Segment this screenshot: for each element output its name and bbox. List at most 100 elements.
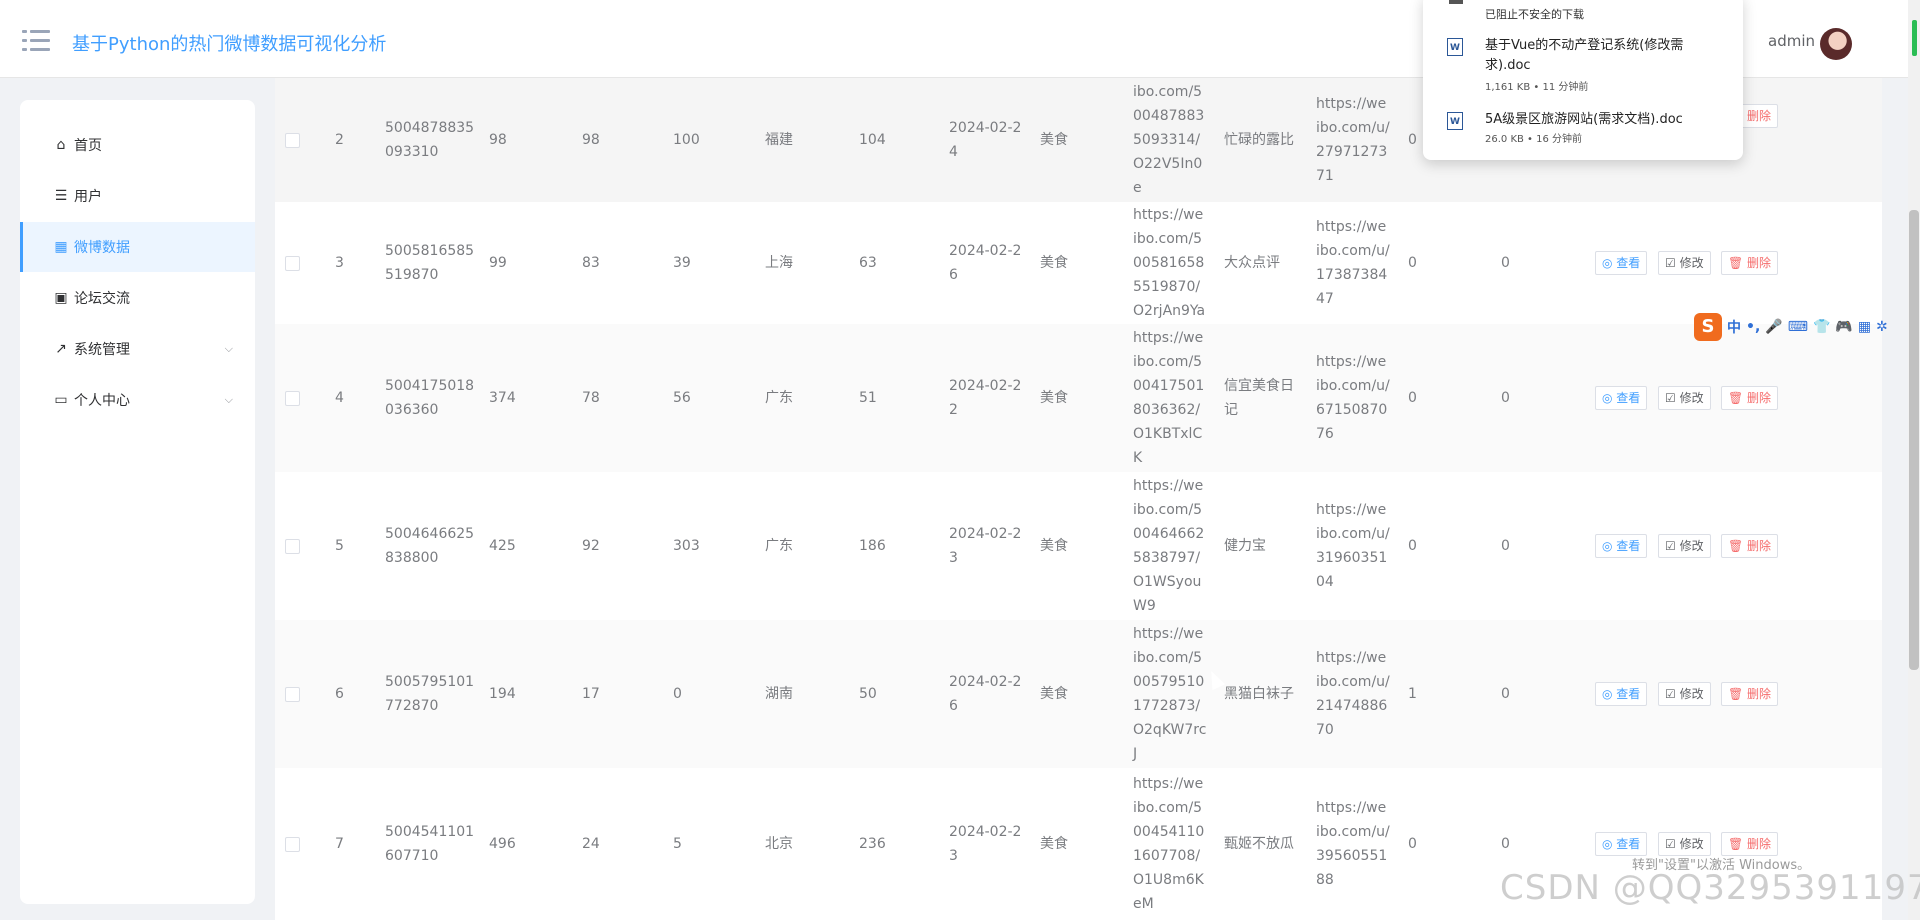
sidebar-item-home[interactable]: ⌂ 首页 (20, 120, 255, 170)
cell-f: 0 (1501, 390, 1510, 406)
scrollbar-thumb[interactable] (1909, 210, 1919, 670)
cell-b: 24 (582, 836, 600, 852)
cell-b: 83 (582, 255, 600, 271)
cell-f: 0 (1501, 836, 1510, 852)
cell-idx: 2 (335, 132, 344, 148)
cell-id: 5004175018036360 (385, 378, 475, 418)
ime-toolbar: S 中 •, 🎤 ⌨ 👕 🎮 ▦ ✲ (1694, 312, 1916, 342)
cell-home[interactable]: https://weibo.com/u/2147488670 (1316, 646, 1390, 742)
cell-id: 5004541101607710 (385, 824, 475, 864)
delete-button[interactable]: 🗑 删除 (1721, 386, 1779, 410)
microphone-icon[interactable]: 🎤 (1765, 319, 1782, 335)
view-button[interactable]: ◎ 查看 (1595, 386, 1648, 410)
download-file-meta: 1,161 KB • 11 分钟前 (1485, 82, 1589, 93)
cell-c: 39 (673, 255, 691, 271)
row-checkbox[interactable] (285, 687, 300, 702)
cell-f: 0 (1501, 255, 1510, 271)
edit-button[interactable]: ☑ 修改 (1658, 386, 1711, 410)
cell-c: 5 (673, 836, 682, 852)
toolbox-icon[interactable]: ▦ (1858, 319, 1871, 335)
menu-toggle-icon[interactable] (22, 30, 50, 52)
cell-idx: 6 (335, 686, 344, 702)
cell-idx: 4 (335, 390, 344, 406)
sidebar-item-weibo-data[interactable]: ▦ 微博数据 (20, 222, 255, 272)
cell-a: 374 (489, 390, 516, 406)
cell-url[interactable]: https://weibo.com/5005816585519870/O2rjA… (1133, 203, 1207, 323)
cell-id: 5004646625838800 (385, 526, 475, 566)
cell-type: 美食 (1040, 132, 1068, 148)
cell-e: 0 (1408, 836, 1417, 852)
cell-region: 广东 (765, 390, 793, 406)
view-button[interactable]: ◎ 查看 (1595, 682, 1648, 706)
ime-logo[interactable]: S (1694, 313, 1722, 341)
sidebar-item-label: 个人中心 (74, 393, 130, 409)
download-file-name[interactable]: 基于Vue的不动产登记系统(修改需求).doc (1485, 36, 1715, 76)
word-doc-icon: W (1447, 112, 1463, 130)
sidebar-item-forum[interactable]: ▣ 论坛交流 (20, 273, 255, 323)
cell-home[interactable]: https://weibo.com/u/2797127371 (1316, 92, 1390, 188)
cell-author: 忙碌的露比 (1224, 132, 1294, 148)
card-icon: ▭ (54, 392, 68, 408)
cell-b: 17 (582, 686, 600, 702)
cell-url[interactable]: https://weibo.com/5004541101607708/O1U8m… (1133, 772, 1207, 916)
cell-id: 5005795101772870 (385, 674, 475, 714)
view-button[interactable]: ◎ 查看 (1595, 251, 1648, 275)
sidebar-item-system[interactable]: ↗ 系统管理 ⌵ (20, 324, 255, 374)
delete-button[interactable]: 🗑 删除 (1721, 251, 1779, 275)
file-icon (1449, 0, 1463, 4)
gamepad-icon[interactable]: 🎮 (1835, 319, 1852, 335)
cell-d: 186 (859, 538, 886, 554)
cell-date: 2024-02-23 (949, 526, 1022, 566)
edit-button[interactable]: ☑ 修改 (1658, 832, 1711, 856)
avatar[interactable] (1820, 28, 1852, 60)
cell-url[interactable]: ibo.com/5004878835093314/O22V5In0e (1133, 80, 1207, 200)
cell-home[interactable]: https://weibo.com/u/3196035104 (1316, 498, 1390, 594)
cell-url[interactable]: https://weibo.com/5004175018036362/O1KBT… (1133, 326, 1207, 470)
cell-idx: 7 (335, 836, 344, 852)
user-name[interactable]: admin (1768, 32, 1815, 50)
cell-region: 湖南 (765, 686, 793, 702)
cell-url[interactable]: https://weibo.com/5004646625838797/O1WSy… (1133, 474, 1207, 618)
download-blocked-text: 已阻止不安全的下载 (1485, 8, 1584, 21)
cell-type: 美食 (1040, 390, 1068, 406)
edit-button[interactable]: ☑ 修改 (1658, 682, 1711, 706)
table-row: 4 5004175018036360 374 78 56 广东 51 2024-02-22 美食… (275, 324, 1882, 472)
cell-idx: 3 (335, 255, 344, 271)
cell-idx: 5 (335, 538, 344, 554)
chevron-down-icon: ⌵ (224, 342, 233, 355)
view-button[interactable]: ◎ 查看 (1595, 832, 1648, 856)
cell-home[interactable]: https://weibo.com/u/3956055188 (1316, 796, 1390, 892)
settings-icon[interactable]: ✲ (1876, 319, 1888, 335)
cell-d: 104 (859, 132, 886, 148)
download-file-name[interactable]: 5A级景区旅游网站(需求文档).doc (1485, 110, 1715, 130)
skin-icon[interactable]: 👕 (1813, 319, 1830, 335)
cell-a: 99 (489, 255, 507, 271)
sidebar-item-users[interactable]: ☰ 用户 (20, 171, 255, 221)
sidebar-item-profile[interactable]: ▭ 个人中心 ⌵ (20, 375, 255, 425)
table-row: 5 5004646625838800 425 92 303 广东 186 2024-02-23… (275, 472, 1882, 620)
cell-url[interactable]: https://weibo.com/5005795101772873/O2qKW… (1133, 622, 1207, 766)
ime-mode[interactable]: 中 (1727, 317, 1741, 337)
delete-button[interactable]: 🗑 删除 (1721, 832, 1779, 856)
cell-id: 5004878835093310 (385, 120, 475, 160)
row-checkbox[interactable] (285, 539, 300, 554)
edit-button[interactable]: ☑ 修改 (1658, 534, 1711, 558)
delete-button[interactable]: 🗑 删除 (1721, 682, 1779, 706)
row-checkbox[interactable] (285, 256, 300, 271)
chevron-down-icon: ⌵ (224, 393, 233, 406)
cell-date: 2024-02-26 (949, 243, 1022, 283)
keyboard-icon[interactable]: ⌨ (1788, 319, 1808, 335)
cell-e: 1 (1408, 686, 1417, 702)
cell-home[interactable]: https://weibo.com/u/1738738447 (1316, 215, 1390, 311)
delete-button[interactable]: 🗑 删除 (1721, 534, 1779, 558)
cell-e: 0 (1408, 255, 1417, 271)
cell-region: 上海 (765, 255, 793, 271)
edit-button[interactable]: ☑ 修改 (1658, 251, 1711, 275)
row-checkbox[interactable] (285, 837, 300, 852)
row-checkbox[interactable] (285, 133, 300, 148)
cell-d: 63 (859, 255, 877, 271)
cell-home[interactable]: https://weibo.com/u/6715087076 (1316, 350, 1390, 446)
ime-punct-icon[interactable]: •, (1746, 319, 1760, 335)
view-button[interactable]: ◎ 查看 (1595, 534, 1648, 558)
row-checkbox[interactable] (285, 391, 300, 406)
